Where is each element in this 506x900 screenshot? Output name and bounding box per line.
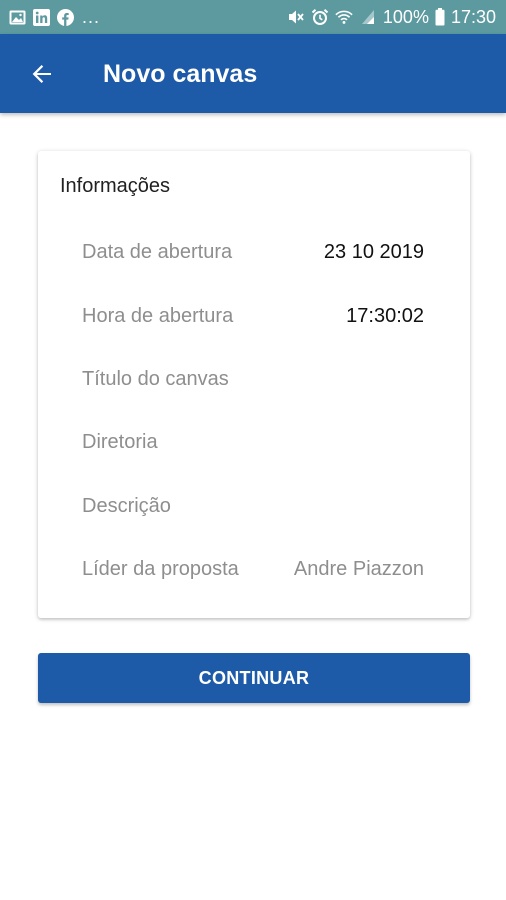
- field-row-lider-proposta[interactable]: Líder da proposta Andre Piazzon: [82, 554, 424, 584]
- status-bar-overflow: ...: [82, 7, 101, 27]
- battery-icon: [435, 8, 445, 26]
- info-card: Informações Data de abertura 23 10 2019 …: [38, 151, 470, 618]
- field-value: Andre Piazzon: [293, 557, 424, 580]
- field-label: Descrição: [82, 494, 171, 517]
- field-label: Hora de abertura: [82, 304, 234, 327]
- status-bar: ... 100% 17:30: [0, 0, 506, 34]
- signal-icon: [359, 8, 377, 26]
- status-time: 17:30: [450, 7, 496, 27]
- battery-percent: 100%: [382, 7, 429, 27]
- gallery-icon: [8, 8, 26, 26]
- field-row-descricao[interactable]: Descrição: [82, 491, 424, 521]
- field-row-hora-abertura[interactable]: Hora de abertura 17:30:02: [82, 301, 424, 331]
- field-value: 17:30:02: [346, 304, 424, 327]
- field-label: Diretoria: [82, 430, 158, 453]
- field-label: Líder da proposta: [82, 557, 239, 580]
- page-title: Novo canvas: [103, 60, 258, 88]
- arrow-left-icon: [30, 62, 54, 86]
- mute-icon: [287, 8, 305, 26]
- facebook-icon: [56, 8, 74, 26]
- app-bar: Novo canvas: [0, 34, 506, 113]
- field-row-data-abertura[interactable]: Data de abertura 23 10 2019: [82, 237, 424, 267]
- field-row-diretoria[interactable]: Diretoria: [82, 427, 424, 457]
- status-bar-notifications: ...: [8, 7, 100, 27]
- status-bar-system: 100% 17:30: [287, 6, 496, 28]
- back-button[interactable]: [22, 54, 62, 94]
- card-title: Informações: [60, 175, 171, 197]
- linkedin-icon: [32, 8, 50, 26]
- alarm-icon: [311, 8, 329, 26]
- field-value: 23 10 2019: [323, 240, 424, 263]
- wifi-icon: [335, 8, 353, 26]
- field-label: Título do canvas: [82, 367, 229, 390]
- continue-button[interactable]: CONTINUAR: [38, 653, 470, 703]
- field-row-titulo-canvas[interactable]: Título do canvas: [82, 364, 424, 394]
- field-label: Data de abertura: [82, 240, 233, 263]
